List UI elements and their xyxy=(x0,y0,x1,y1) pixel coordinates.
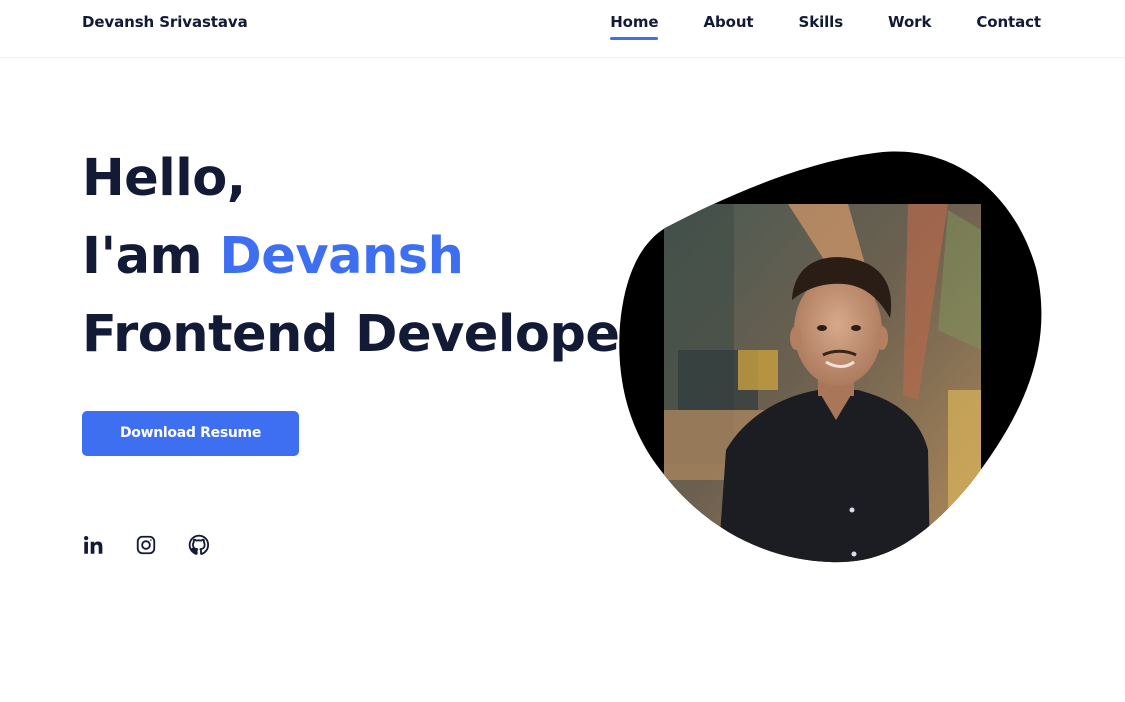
profile-blob xyxy=(619,151,1042,563)
download-resume-button[interactable]: Download Resume xyxy=(82,411,299,456)
linkedin-icon[interactable] xyxy=(82,534,104,556)
site-logo[interactable]: Devansh Srivastava xyxy=(82,13,248,31)
profile-photo xyxy=(664,204,981,563)
hero-intro-prefix: I'am xyxy=(82,227,220,286)
hero-greeting: Hello, xyxy=(82,149,246,208)
hero-name: Devansh xyxy=(219,227,464,286)
nav-link-contact[interactable]: Contact xyxy=(976,13,1041,40)
hero-role: Frontend Developer xyxy=(82,305,645,364)
site-header: Devansh Srivastava Home About Skills Wor… xyxy=(0,0,1125,58)
github-icon[interactable] xyxy=(188,534,210,556)
nav-link-skills[interactable]: Skills xyxy=(799,13,844,40)
hero-role-line: Frontend Developer xyxy=(82,296,655,374)
main-nav: Home About Skills Work Contact xyxy=(565,13,1041,40)
hero-intro: I'am Devansh xyxy=(82,218,654,296)
hero-blob-image xyxy=(618,150,1044,564)
nav-link-home[interactable]: Home xyxy=(610,13,659,40)
social-links xyxy=(82,534,241,556)
instagram-icon[interactable] xyxy=(135,534,157,556)
nav-link-work[interactable]: Work xyxy=(888,13,931,40)
nav-link-about[interactable]: About xyxy=(703,13,753,40)
hero-section: Hello, I'am Devansh Frontend Developer xyxy=(82,140,655,374)
